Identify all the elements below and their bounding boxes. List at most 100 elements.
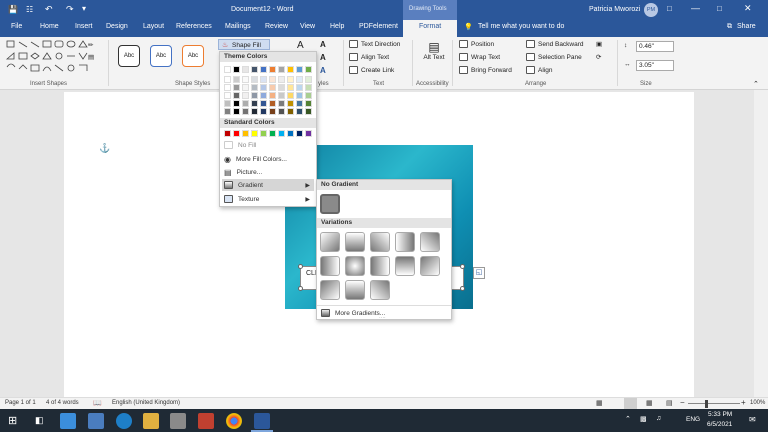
- theme-color-swatch[interactable]: [233, 92, 240, 99]
- edit-shape-icon[interactable]: ✏: [88, 41, 93, 49]
- theme-color-swatch[interactable]: [269, 92, 276, 99]
- zoom-level[interactable]: 100%: [750, 400, 765, 406]
- standard-color-swatch[interactable]: [269, 130, 276, 137]
- layout-options-icon[interactable]: ◱: [473, 267, 485, 279]
- text-direction-button[interactable]: Text Direction: [349, 40, 400, 48]
- theme-color-swatch[interactable]: [242, 92, 249, 99]
- create-link-button[interactable]: Create Link: [349, 66, 394, 74]
- customize-qat-icon[interactable]: ▾: [82, 4, 86, 13]
- picture-item[interactable]: ▤ Picture...: [222, 166, 262, 178]
- theme-color-swatch[interactable]: [251, 108, 258, 115]
- autosave-icon[interactable]: ☷: [26, 5, 33, 14]
- theme-color-swatch[interactable]: [260, 92, 267, 99]
- theme-color-swatch[interactable]: [260, 76, 267, 83]
- zoom-in-icon[interactable]: +: [741, 398, 746, 407]
- tab-layout[interactable]: Layout: [143, 23, 164, 30]
- tab-design[interactable]: Design: [106, 23, 128, 30]
- align-text-button[interactable]: Align Text: [349, 53, 389, 61]
- tab-review[interactable]: Review: [265, 23, 288, 30]
- tab-insert[interactable]: Insert: [75, 23, 93, 30]
- theme-color-swatch[interactable]: [269, 84, 276, 91]
- theme-color-swatch[interactable]: [269, 76, 276, 83]
- group-objects-icon[interactable]: ▣: [596, 40, 602, 48]
- theme-color-swatch[interactable]: [287, 76, 294, 83]
- input-language[interactable]: ENG: [686, 416, 700, 423]
- gradient-variation-swatch[interactable]: [370, 256, 390, 276]
- text-box-icon[interactable]: ▤: [88, 53, 94, 61]
- wrap-text-button[interactable]: Wrap Text: [459, 53, 500, 61]
- send-backward-button[interactable]: Send Backward: [526, 40, 584, 48]
- selection-pane-button[interactable]: Selection Pane: [526, 53, 582, 61]
- no-gradient-swatch[interactable]: [320, 194, 340, 214]
- more-fill-colors-item[interactable]: ◉ More Fill Colors...: [222, 153, 287, 165]
- resize-handle[interactable]: [298, 264, 303, 269]
- store-icon[interactable]: [60, 413, 76, 429]
- resize-grip-icon[interactable]: ····: [379, 315, 386, 321]
- theme-color-swatch[interactable]: [224, 76, 231, 83]
- theme-color-swatch[interactable]: [287, 100, 294, 107]
- theme-color-swatch[interactable]: [224, 108, 231, 115]
- chrome-icon[interactable]: [226, 413, 242, 429]
- theme-color-swatch[interactable]: [233, 66, 240, 73]
- wordart-icon[interactable]: A: [297, 40, 304, 51]
- standard-color-swatch[interactable]: [251, 130, 258, 137]
- standard-color-swatch[interactable]: [287, 130, 294, 137]
- theme-color-swatch[interactable]: [251, 84, 258, 91]
- page-count[interactable]: Page 1 of 1: [5, 400, 36, 406]
- theme-color-swatch[interactable]: [251, 66, 258, 73]
- theme-color-swatch[interactable]: [296, 92, 303, 99]
- standard-color-swatch[interactable]: [278, 130, 285, 137]
- gradient-variation-swatch[interactable]: [345, 232, 365, 252]
- standard-color-swatch[interactable]: [305, 130, 312, 137]
- theme-color-swatch[interactable]: [242, 84, 249, 91]
- notifications-icon[interactable]: ✉: [749, 415, 756, 424]
- word-count[interactable]: 4 of 4 words: [46, 400, 79, 406]
- shape-fill-button[interactable]: ♨ Shape Fill: [218, 39, 270, 50]
- theme-colors-grid[interactable]: [224, 66, 316, 122]
- theme-color-swatch[interactable]: [224, 100, 231, 107]
- theme-color-swatch[interactable]: [296, 84, 303, 91]
- tab-mailings[interactable]: Mailings: [225, 23, 251, 30]
- resize-handle[interactable]: [460, 286, 465, 291]
- tab-help[interactable]: Help: [330, 23, 344, 30]
- no-fill-item[interactable]: No Fill: [222, 139, 256, 151]
- standard-color-swatch[interactable]: [296, 130, 303, 137]
- position-button[interactable]: Position: [459, 40, 494, 48]
- theme-color-swatch[interactable]: [224, 66, 231, 73]
- style-preset-3[interactable]: Abc: [182, 45, 204, 67]
- text-fill-icon[interactable]: A: [320, 40, 326, 49]
- theme-color-swatch[interactable]: [296, 108, 303, 115]
- standard-color-swatch[interactable]: [224, 130, 231, 137]
- theme-color-swatch[interactable]: [278, 66, 285, 73]
- theme-color-swatch[interactable]: [296, 100, 303, 107]
- tab-pdfelement[interactable]: PDFelement: [359, 23, 398, 30]
- task-view-icon[interactable]: ◧: [35, 415, 44, 426]
- clock-date[interactable]: 6/5/2021: [707, 421, 732, 428]
- gradient-variation-swatch[interactable]: [420, 256, 440, 276]
- theme-color-swatch[interactable]: [278, 92, 285, 99]
- theme-color-swatch[interactable]: [278, 108, 285, 115]
- redo-icon[interactable]: ↷: [66, 4, 74, 15]
- theme-color-swatch[interactable]: [305, 108, 312, 115]
- pdfelement-icon[interactable]: [198, 413, 214, 429]
- close-icon[interactable]: ✕: [744, 3, 752, 14]
- theme-color-swatch[interactable]: [242, 108, 249, 115]
- zoom-slider-thumb[interactable]: [705, 400, 708, 408]
- zoom-out-icon[interactable]: −: [680, 398, 685, 407]
- bring-forward-button[interactable]: Bring Forward: [459, 66, 512, 74]
- avatar[interactable]: PM: [644, 3, 658, 17]
- resize-handle[interactable]: [298, 286, 303, 291]
- language[interactable]: English (United Kingdom): [112, 400, 180, 406]
- align-button[interactable]: Align: [526, 66, 552, 74]
- standard-color-swatch[interactable]: [260, 130, 267, 137]
- calculator-icon[interactable]: [170, 413, 186, 429]
- gradient-variation-swatch[interactable]: [345, 256, 365, 276]
- theme-color-swatch[interactable]: [251, 92, 258, 99]
- clock-time[interactable]: 5:33 PM: [708, 411, 732, 418]
- theme-color-swatch[interactable]: [278, 84, 285, 91]
- gradient-variation-swatch[interactable]: [395, 232, 415, 252]
- more-gradients-item[interactable]: More Gradients...: [319, 307, 385, 319]
- theme-color-swatch[interactable]: [287, 92, 294, 99]
- resize-handle[interactable]: [460, 264, 465, 269]
- alt-text-button[interactable]: ▤ Alt Text: [423, 40, 445, 76]
